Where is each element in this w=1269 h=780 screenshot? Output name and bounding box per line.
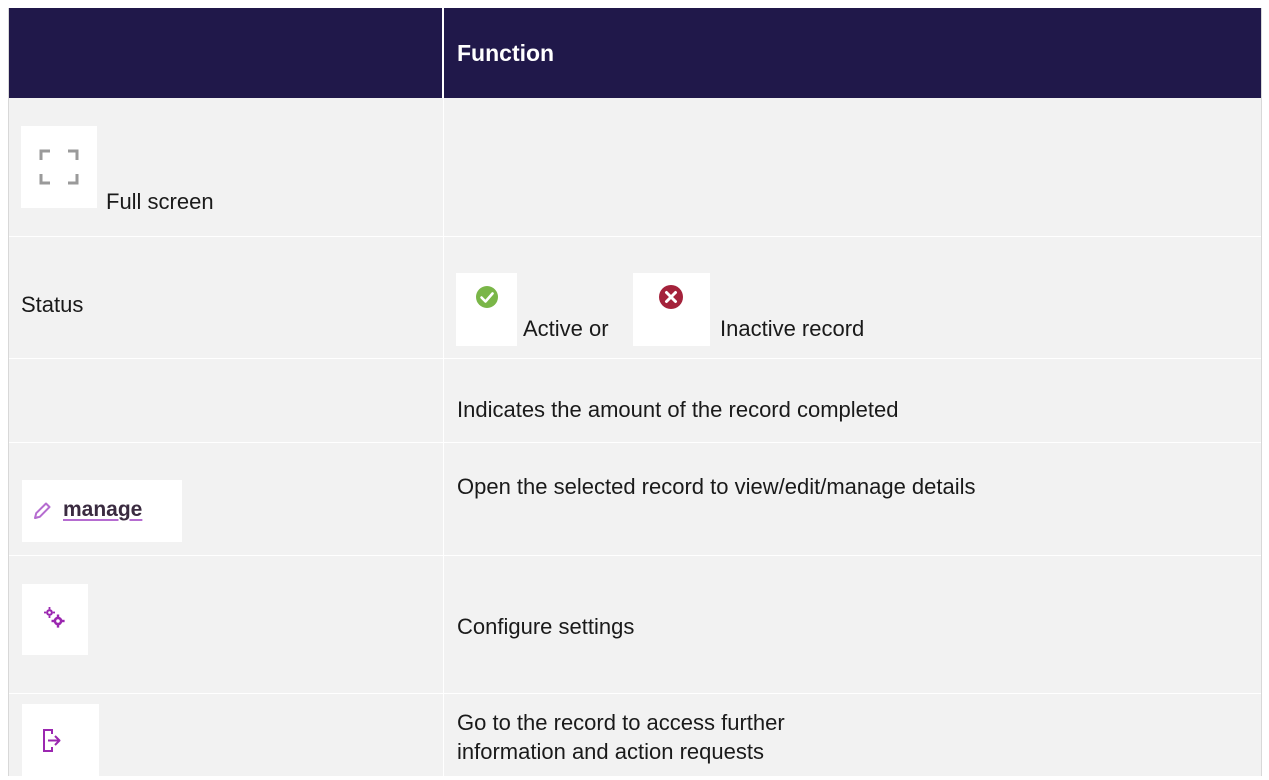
header-function-label: Function xyxy=(457,40,555,66)
fullscreen-label: Full screen xyxy=(106,189,214,214)
table-row-manage: manage Open the selected record to view/… xyxy=(9,443,1261,556)
manage-link[interactable]: manage xyxy=(63,498,142,522)
table-row-completion: Indicates the amount of the record compl… xyxy=(9,359,1261,443)
table-header: Function xyxy=(9,8,1261,98)
status-label: Status xyxy=(21,292,84,317)
exit-arrow-icon[interactable] xyxy=(22,704,99,776)
pencil-icon xyxy=(31,500,53,522)
fullscreen-icon[interactable] xyxy=(21,126,97,208)
completion-function: Indicates the amount of the record compl… xyxy=(457,397,899,422)
active-label: Active or xyxy=(523,316,609,341)
manage-function: Open the selected record to view/edit/ma… xyxy=(457,474,976,499)
table-row-status: Status Active or Inactive record xyxy=(9,237,1261,359)
x-circle-icon xyxy=(633,273,710,346)
table-row-settings: Configure settings xyxy=(9,556,1261,694)
manage-button[interactable]: manage xyxy=(22,480,182,542)
inactive-label: Inactive record xyxy=(720,316,865,341)
table-row-fullscreen: Full screen xyxy=(9,98,1261,237)
icon-function-table: Function Full screen Status Active or In… xyxy=(8,8,1262,776)
gears-icon[interactable] xyxy=(22,584,88,655)
table-row-goto: Go to the record to access further infor… xyxy=(9,694,1261,776)
goto-function: Go to the record to access further infor… xyxy=(457,710,785,764)
check-circle-icon xyxy=(456,273,517,346)
settings-function: Configure settings xyxy=(457,614,635,639)
